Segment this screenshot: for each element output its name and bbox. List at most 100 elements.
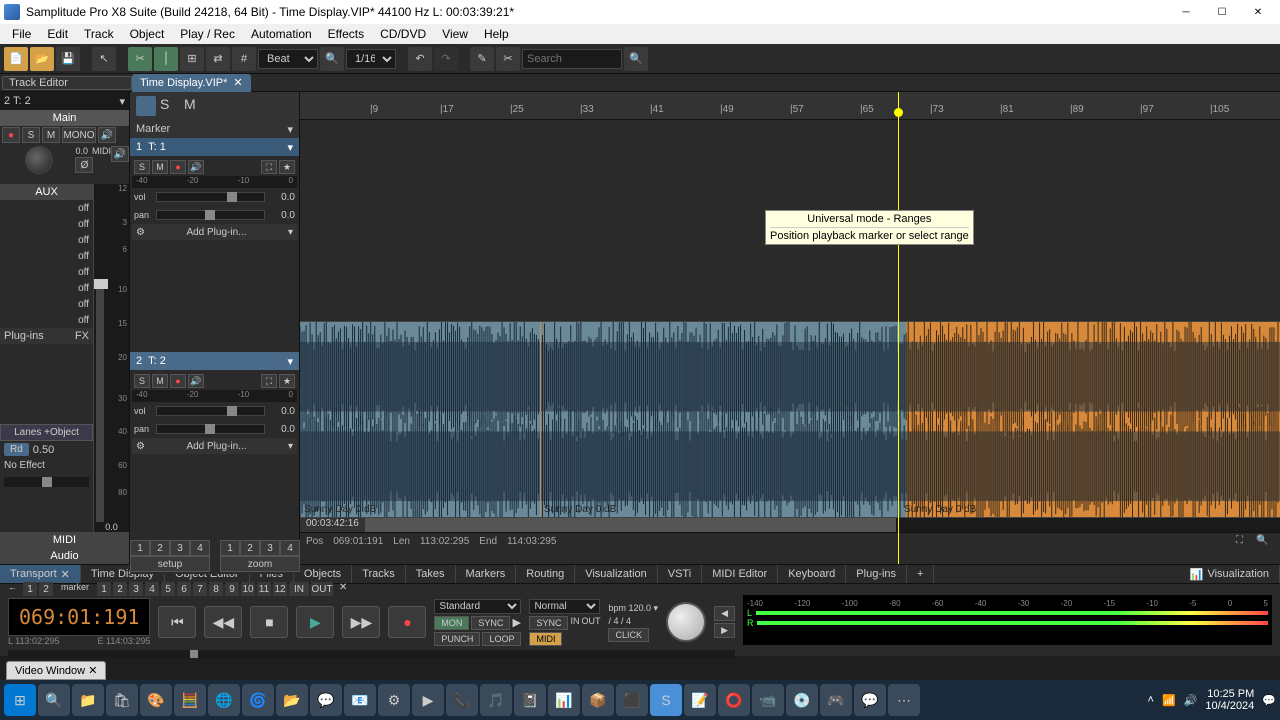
clock-time[interactable]: 10:25 PM [1205, 688, 1254, 700]
t1-mute[interactable]: M [152, 160, 168, 174]
zoom-fit[interactable]: ⛶ [1236, 535, 1254, 549]
new-button[interactable]: 📄 [4, 47, 28, 71]
jog-wheel[interactable] [666, 602, 706, 642]
mk-4[interactable]: 4 [145, 582, 159, 596]
t2-maximize[interactable]: ⛶ [261, 374, 277, 388]
ruler-top[interactable] [300, 92, 1280, 102]
mk-2[interactable]: 2 [113, 582, 127, 596]
forward-button[interactable]: ▶▶ [342, 606, 380, 638]
grid-button[interactable]: # [232, 47, 256, 71]
onenote-icon[interactable]: 📓 [514, 684, 546, 716]
rd-button[interactable]: Rd [4, 443, 29, 456]
aux-8[interactable]: off [0, 312, 93, 328]
sync-button[interactable]: SYNC [471, 616, 510, 630]
phase-button[interactable]: Ø [75, 157, 93, 173]
t2-pan-slider[interactable] [156, 424, 265, 434]
midi-button[interactable]: MIDI [529, 632, 562, 646]
close-icon[interactable]: ✕ [61, 568, 70, 581]
aux-section[interactable]: AUX [0, 184, 93, 200]
close-button[interactable]: ✕ [1240, 0, 1276, 24]
skip-start-button[interactable]: ⏮ [158, 606, 196, 638]
search-go[interactable]: 🔍 [624, 47, 648, 71]
mk-10[interactable]: 10 [241, 582, 255, 596]
search-icon[interactable]: 🔍 [38, 684, 70, 716]
menu-object[interactable]: Object [122, 25, 173, 43]
record-button[interactable]: ● [388, 606, 426, 638]
scrub-back[interactable]: ◀ [714, 606, 735, 621]
lanes-toggle[interactable]: Lanes +Object [0, 424, 93, 441]
track-1-header[interactable]: 1 T: 1 ▾ [130, 138, 299, 156]
media-icon[interactable]: ▶ [412, 684, 444, 716]
app-icon-1[interactable]: 🎵 [480, 684, 512, 716]
fader-thumb[interactable] [94, 279, 108, 289]
search-toggle[interactable]: 🔍 [320, 47, 344, 71]
t1-speaker[interactable]: 🔊 [188, 160, 204, 174]
punch-button[interactable]: PUNCH [434, 632, 480, 646]
tab-takes[interactable]: Takes [406, 565, 456, 583]
messenger-icon[interactable]: 💬 [854, 684, 886, 716]
audio-section[interactable]: Audio [0, 548, 129, 564]
tab-vsti[interactable]: VSTi [658, 565, 702, 583]
explorer-icon[interactable]: 📁 [72, 684, 104, 716]
menu-cd-dvd[interactable]: CD/DVD [372, 25, 434, 43]
redo-button[interactable]: ↷ [434, 47, 458, 71]
store-icon[interactable]: 🛍 [106, 684, 138, 716]
zoom-4[interactable]: 4 [280, 540, 300, 556]
scrub-fwd[interactable]: ▶ [714, 623, 735, 638]
t2-mute[interactable]: M [152, 374, 168, 388]
aux-4[interactable]: off [0, 248, 93, 264]
grid-select[interactable]: 1/16 [346, 49, 396, 69]
t1-pan-slider[interactable] [156, 210, 265, 220]
tool-a[interactable]: ✎ [470, 47, 494, 71]
tab-plugins[interactable]: Plug-ins [846, 565, 907, 583]
main-section[interactable]: Main [0, 110, 129, 126]
cortana-icon[interactable]: ⭕ [718, 684, 750, 716]
click-button[interactable]: CLICK [608, 628, 649, 642]
snap-mode-select[interactable]: Beat [258, 49, 318, 69]
track-2-header[interactable]: 2 T: 2 ▾ [130, 352, 299, 370]
mute-button[interactable]: M [42, 127, 60, 143]
zoom-1[interactable]: 1 [220, 540, 240, 556]
minimize-button[interactable]: ─ [1168, 0, 1204, 24]
zoom-tool[interactable]: 🔍 [1256, 535, 1274, 549]
start-button[interactable]: ⊞ [4, 684, 36, 716]
speaker-button[interactable]: 🔊 [111, 146, 129, 162]
tab-routing[interactable]: Routing [516, 565, 575, 583]
aux-6[interactable]: off [0, 280, 93, 296]
mk-1[interactable]: 1 [97, 582, 111, 596]
undo-button[interactable]: ↶ [408, 47, 432, 71]
menu-track[interactable]: Track [76, 25, 122, 43]
chrome-icon[interactable]: 🌐 [208, 684, 240, 716]
files-icon[interactable]: 📂 [276, 684, 308, 716]
t1-star[interactable]: ★ [279, 160, 295, 174]
fader[interactable] [96, 279, 104, 522]
solo-button[interactable]: S [22, 127, 40, 143]
teams-icon[interactable]: 💬 [310, 684, 342, 716]
time-sig[interactable]: / 4 / 4 [608, 616, 658, 626]
play-mode-icon[interactable]: ▶ [512, 616, 520, 630]
clock-date[interactable]: 10/4/2024 [1205, 700, 1254, 712]
aux-5[interactable]: off [0, 264, 93, 280]
setup-1[interactable]: 1 [130, 540, 150, 556]
mk-in[interactable]: IN [289, 582, 309, 596]
zoom-2[interactable]: 2 [240, 540, 260, 556]
glue-tool[interactable]: ⊞ [180, 47, 204, 71]
zoom-3[interactable]: 3 [260, 540, 280, 556]
menu-edit[interactable]: Edit [39, 25, 76, 43]
maximize-button[interactable]: ☐ [1204, 0, 1240, 24]
marker-opts[interactable]: ▾ [287, 123, 293, 136]
t2-fx-slot[interactable]: ⚙Add Plug-in...▾ [132, 438, 297, 454]
copilot-icon[interactable]: 🎨 [140, 684, 172, 716]
close-icon[interactable]: ✕ [88, 665, 97, 677]
search-input[interactable] [522, 49, 622, 69]
global-mute[interactable]: M [184, 96, 204, 116]
mk-8[interactable]: 8 [209, 582, 223, 596]
tab-tracks[interactable]: Tracks [352, 565, 406, 583]
mk-out[interactable]: OUT [311, 582, 333, 596]
mon-button[interactable]: MON [434, 616, 469, 630]
open-button[interactable]: 📂 [30, 47, 54, 71]
menu-automation[interactable]: Automation [243, 25, 320, 43]
app-icon-3[interactable]: 💿 [786, 684, 818, 716]
save-button[interactable]: 💾 [56, 47, 80, 71]
cursor-tool[interactable]: ↖ [92, 47, 116, 71]
